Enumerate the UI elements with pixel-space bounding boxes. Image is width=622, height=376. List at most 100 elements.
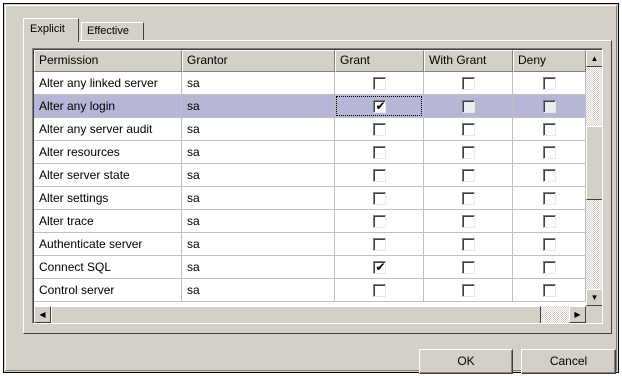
cell-grant: [335, 210, 424, 233]
column-header-grantor[interactable]: Grantor: [182, 50, 335, 72]
deny-checkbox[interactable]: [543, 261, 556, 274]
permissions-grid: Permission Grantor Grant With Grant Deny…: [32, 48, 603, 324]
arrow-up-icon: ▲: [590, 54, 599, 63]
cell-grant: [335, 187, 424, 210]
table-row[interactable]: Alter trace sa: [34, 210, 586, 233]
cell-deny: [513, 210, 586, 233]
column-header-grant[interactable]: Grant: [335, 50, 424, 72]
table-row[interactable]: Alter settings sa: [34, 187, 586, 210]
grant-checkbox[interactable]: [373, 215, 386, 228]
column-header-permission[interactable]: Permission: [34, 50, 182, 72]
cell-deny: [513, 233, 586, 256]
with-grant-checkbox[interactable]: [462, 146, 475, 159]
with-grant-checkbox[interactable]: [462, 215, 475, 228]
with-grant-checkbox[interactable]: [462, 169, 475, 182]
cell-with-grant: [424, 95, 513, 118]
deny-checkbox[interactable]: [543, 77, 556, 90]
cell-permission: Alter settings: [34, 187, 182, 210]
tab-effective[interactable]: Effective: [81, 22, 144, 41]
deny-checkbox[interactable]: [543, 238, 556, 251]
cell-grantor: sa: [182, 141, 335, 164]
table-row[interactable]: Alter any login sa ✔: [34, 95, 586, 118]
cell-grant: [335, 233, 424, 256]
cell-with-grant: [424, 279, 513, 302]
vertical-scrollbar[interactable]: ▲ ▼: [586, 50, 602, 306]
checkmark-icon: ✔: [375, 260, 386, 274]
table-row[interactable]: Alter any linked server sa: [34, 72, 586, 95]
cell-deny: [513, 164, 586, 187]
deny-checkbox[interactable]: [543, 123, 556, 136]
cancel-button[interactable]: Cancel: [521, 349, 616, 374]
permissions-table: Permission Grantor Grant With Grant Deny…: [34, 50, 586, 306]
ok-button[interactable]: OK: [419, 349, 513, 374]
cell-grantor: sa: [182, 187, 335, 210]
with-grant-checkbox[interactable]: [462, 192, 475, 205]
column-header-with-grant[interactable]: With Grant: [424, 50, 513, 72]
cell-with-grant: [424, 118, 513, 141]
scroll-down-button[interactable]: ▼: [586, 289, 602, 306]
cell-permission: Control server: [34, 279, 182, 302]
grant-checkbox[interactable]: [373, 169, 386, 182]
table-header: Permission Grantor Grant With Grant Deny: [34, 50, 586, 72]
grant-checkbox[interactable]: [373, 77, 386, 90]
deny-checkbox[interactable]: [543, 100, 556, 113]
table-row[interactable]: Authenticate server sa: [34, 233, 586, 256]
deny-checkbox[interactable]: [543, 169, 556, 182]
column-header-deny[interactable]: Deny: [513, 50, 586, 72]
scroll-left-button[interactable]: ◀: [34, 306, 51, 323]
cell-grantor: sa: [182, 164, 335, 187]
grant-checkbox[interactable]: [373, 284, 386, 297]
cell-with-grant: [424, 141, 513, 164]
with-grant-checkbox[interactable]: [462, 77, 475, 90]
scrollbar-corner: [586, 306, 602, 323]
vertical-scroll-thumb[interactable]: [586, 126, 602, 200]
arrow-down-icon: ▼: [590, 293, 599, 302]
cell-permission: Alter any login: [34, 95, 182, 118]
cell-deny: [513, 187, 586, 210]
deny-checkbox[interactable]: [543, 215, 556, 228]
with-grant-checkbox[interactable]: [462, 238, 475, 251]
table-row[interactable]: Alter resources sa: [34, 141, 586, 164]
cell-deny: [513, 95, 586, 118]
grant-checkbox[interactable]: [373, 146, 386, 159]
cell-grant: [335, 164, 424, 187]
deny-checkbox[interactable]: [543, 192, 556, 205]
scroll-up-button[interactable]: ▲: [586, 50, 602, 67]
table-row[interactable]: Connect SQL sa ✔: [34, 256, 586, 279]
with-grant-checkbox[interactable]: [462, 284, 475, 297]
table-row[interactable]: Alter any server audit sa: [34, 118, 586, 141]
cell-deny: [513, 141, 586, 164]
cell-with-grant: [424, 72, 513, 95]
cell-grantor: sa: [182, 256, 335, 279]
grant-checkbox[interactable]: ✔: [373, 260, 386, 274]
deny-checkbox[interactable]: [543, 146, 556, 159]
cell-grant: [335, 72, 424, 95]
cell-grantor: sa: [182, 210, 335, 233]
horizontal-scroll-thumb[interactable]: [51, 306, 541, 323]
cell-grant: ✔: [335, 256, 424, 279]
with-grant-checkbox[interactable]: [462, 261, 475, 274]
scroll-right-button[interactable]: ▶: [569, 306, 586, 323]
cell-permission: Alter any server audit: [34, 118, 182, 141]
grant-checkbox[interactable]: [373, 123, 386, 136]
arrow-left-icon: ◀: [39, 310, 46, 319]
grant-checkbox[interactable]: [373, 238, 386, 251]
grant-checkbox[interactable]: [373, 192, 386, 205]
cell-permission: Alter any linked server: [34, 72, 182, 95]
with-grant-checkbox[interactable]: [462, 100, 475, 113]
with-grant-checkbox[interactable]: [462, 123, 475, 136]
dialog-body: Effective Explicit Permission Grantor Gr…: [5, 5, 617, 374]
table-row[interactable]: Alter server state sa: [34, 164, 586, 187]
cell-permission: Authenticate server: [34, 233, 182, 256]
cell-permission: Alter resources: [34, 141, 182, 164]
tab-explicit[interactable]: Explicit: [23, 18, 79, 42]
table-row[interactable]: Control server sa: [34, 279, 586, 302]
cell-grant: [335, 141, 424, 164]
cell-permission: Alter trace: [34, 210, 182, 233]
cell-grantor: sa: [182, 72, 335, 95]
horizontal-scrollbar[interactable]: ◀ ▶: [34, 306, 586, 323]
cell-deny: [513, 118, 586, 141]
cell-grantor: sa: [182, 233, 335, 256]
cell-with-grant: [424, 164, 513, 187]
deny-checkbox[interactable]: [543, 284, 556, 297]
